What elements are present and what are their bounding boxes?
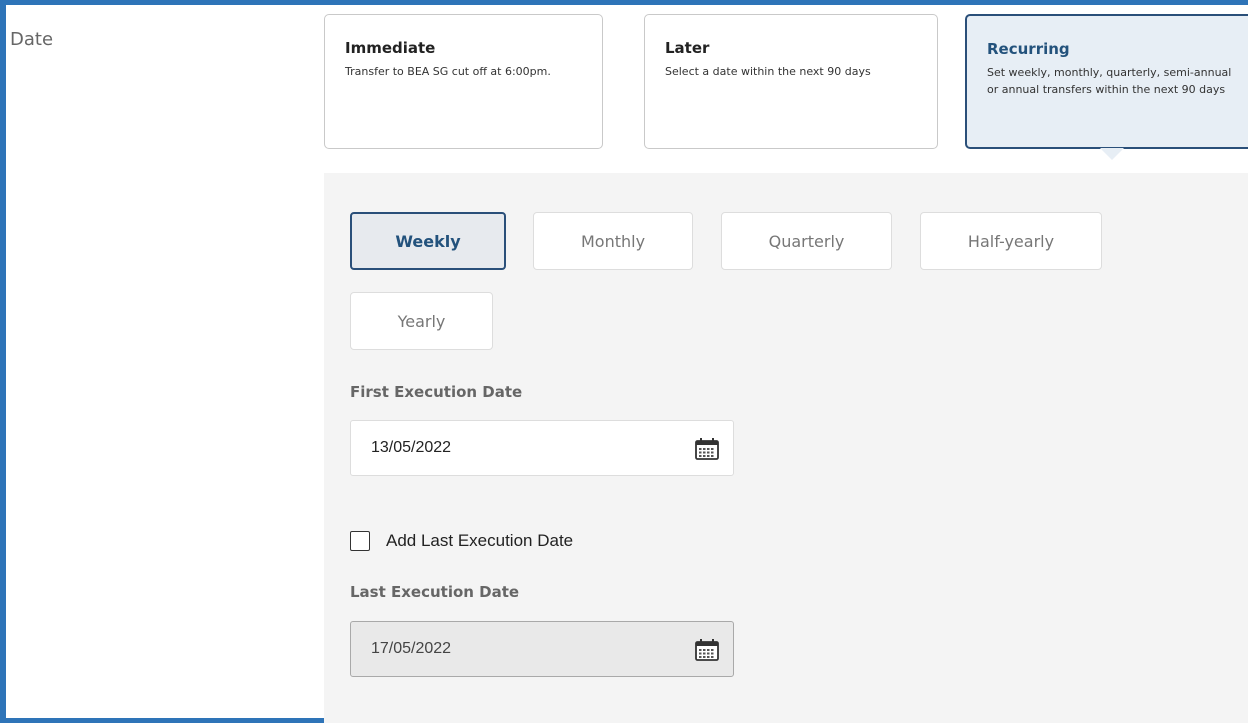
frequency-weekly-button[interactable]: Weekly — [350, 212, 506, 270]
frequency-yearly-button[interactable]: Yearly — [350, 292, 493, 350]
date-option-title: Later — [665, 39, 710, 57]
calendar-icon[interactable] — [694, 638, 720, 662]
add-last-execution-date-checkbox[interactable] — [350, 531, 370, 551]
date-option-description: Transfer to BEA SG cut off at 6:00pm. — [345, 65, 551, 78]
first-execution-date-value: 13/05/2022 — [371, 439, 452, 456]
selected-option-pointer — [1100, 148, 1124, 160]
frequency-half-yearly-button[interactable]: Half-yearly — [920, 212, 1102, 270]
date-option-title: Immediate — [345, 39, 436, 57]
first-execution-date-label: First Execution Date — [350, 383, 523, 401]
add-last-execution-date-label[interactable]: Add Last Execution Date — [386, 531, 573, 551]
date-section-label: Date — [10, 29, 54, 50]
first-execution-date-input[interactable]: 13/05/2022 — [350, 420, 734, 476]
last-execution-date-label: Last Execution Date — [350, 583, 520, 601]
date-option-later[interactable]: Later Select a date within the next 90 d… — [644, 14, 938, 149]
page: Date Immediate Transfer to BEA SG cut of… — [6, 0, 1248, 723]
add-last-execution-date-row[interactable]: Add Last Execution Date — [350, 531, 573, 551]
last-execution-date-input[interactable]: 17/05/2022 — [350, 621, 734, 677]
frequency-monthly-button[interactable]: Monthly — [533, 212, 693, 270]
date-option-description: Select a date within the next 90 days — [665, 65, 871, 78]
frequency-quarterly-button[interactable]: Quarterly — [721, 212, 892, 270]
date-option-recurring[interactable]: Recurring Set weekly, monthly, quarterly… — [965, 14, 1248, 149]
recurring-settings-panel: Weekly Monthly Quarterly Half-yearly Yea… — [324, 173, 1248, 723]
date-option-description: Set weekly, monthly, quarterly, semi-ann… — [987, 66, 1232, 96]
date-option-title: Recurring — [987, 40, 1070, 58]
last-execution-date-value: 17/05/2022 — [371, 640, 452, 657]
date-option-immediate[interactable]: Immediate Transfer to BEA SG cut off at … — [324, 14, 603, 149]
calendar-icon[interactable] — [694, 437, 720, 461]
